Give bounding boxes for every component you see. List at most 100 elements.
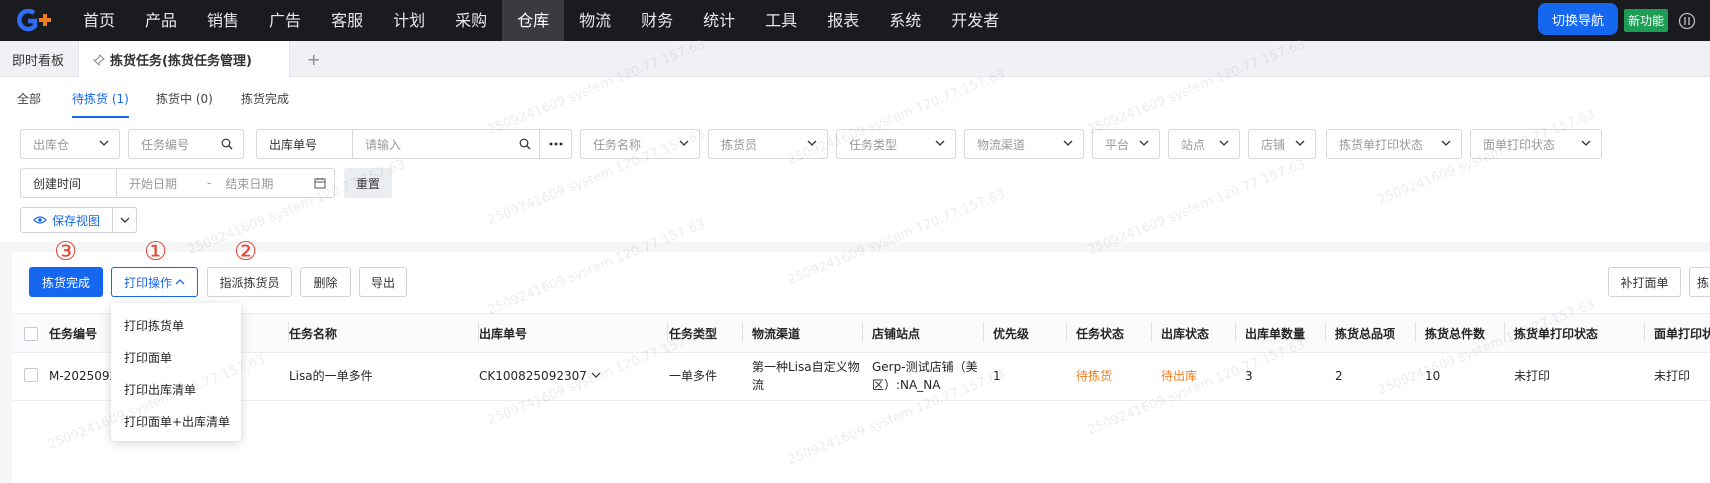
cell-total-items: 2: [1335, 369, 1343, 383]
created-time-range[interactable]: 创建时间 开始日期 - 结束日期: [20, 168, 335, 198]
nav-stats[interactable]: 统计: [688, 0, 750, 41]
new-feature-badge[interactable]: 新功能: [1624, 9, 1668, 32]
nav-finance[interactable]: 财务: [626, 0, 688, 41]
export-button[interactable]: 导出: [359, 267, 407, 297]
reset-button[interactable]: 重置: [344, 168, 392, 198]
col-priority[interactable]: 优先级: [993, 314, 1029, 354]
col-logistics[interactable]: 物流渠道: [752, 314, 800, 354]
col-task-status[interactable]: 任务状态: [1076, 314, 1124, 354]
more-options-icon[interactable]: [539, 130, 571, 158]
menu-item-print-label[interactable]: 打印面单: [124, 349, 172, 366]
nav-system[interactable]: 系统: [874, 0, 936, 41]
search-icon[interactable]: [519, 138, 531, 150]
col-store-site[interactable]: 店铺站点: [872, 314, 920, 354]
platform-select[interactable]: 平台: [1092, 129, 1160, 159]
menu-item-print-label-and-outbound[interactable]: 打印面单+出库清单: [124, 413, 230, 430]
col-task-name[interactable]: 任务名称: [289, 314, 337, 354]
nav-sales[interactable]: 销售: [192, 0, 254, 41]
info-icon[interactable]: [1678, 12, 1696, 30]
chevron-down-icon[interactable]: [591, 370, 601, 380]
app-logo[interactable]: [0, 0, 68, 41]
col-divider: [983, 322, 984, 342]
menu-item-print-pick-list[interactable]: 打印拣货单: [124, 317, 184, 334]
col-task-type[interactable]: 任务类型: [669, 314, 717, 354]
cell-outbound-status: 待出库: [1161, 369, 1198, 383]
nav-home[interactable]: 首页: [68, 0, 130, 41]
cell-priority: 1: [993, 369, 1001, 383]
col-outbound-status[interactable]: 出库状态: [1161, 314, 1209, 354]
nav-warehouse[interactable]: 仓库: [502, 0, 565, 41]
truncated-action-button[interactable]: 拣: [1689, 267, 1710, 297]
assign-picker-button[interactable]: 指派拣货员: [207, 267, 292, 297]
delete-button[interactable]: 删除: [300, 267, 351, 297]
col-pick-print-status[interactable]: 拣货单打印状态: [1514, 314, 1598, 354]
cell-task-name: Lisa的一单多件: [289, 369, 373, 383]
site-select[interactable]: 站点: [1168, 129, 1240, 159]
nav-tools[interactable]: 工具: [750, 0, 812, 41]
cell-store-line2: 区）:NA_NA: [872, 378, 941, 392]
col-total-items[interactable]: 拣货总品项: [1335, 314, 1395, 354]
chevron-down-icon: [679, 140, 689, 146]
warehouse-select[interactable]: 出库仓: [20, 129, 120, 159]
start-date-input[interactable]: 开始日期: [117, 175, 177, 192]
subtab-picking[interactable]: 拣货中 (0): [156, 90, 213, 118]
col-divider: [1151, 322, 1152, 342]
chevron-down-icon: [1441, 140, 1451, 146]
calendar-icon[interactable]: [314, 177, 326, 189]
subtab-pending[interactable]: 待拣货 (1): [72, 90, 129, 118]
step-marker-3: ③: [54, 237, 78, 267]
add-tab-button[interactable]: +: [307, 41, 320, 77]
pin-icon[interactable]: [93, 53, 105, 66]
cell-order-count: 3: [1245, 369, 1253, 383]
nav-developer[interactable]: 开发者: [936, 0, 1014, 41]
nav-plan[interactable]: 计划: [378, 0, 440, 41]
switch-nav-button[interactable]: 切换导航: [1538, 3, 1618, 35]
tab-pick-task[interactable]: 拣货任务(拣货任务管理): [78, 41, 290, 78]
logistics-select[interactable]: 物流渠道: [964, 129, 1084, 159]
nav-product[interactable]: 产品: [130, 0, 192, 41]
pick-complete-button[interactable]: 拣货完成: [29, 267, 103, 297]
task-no-input[interactable]: 任务编号: [128, 129, 244, 159]
col-total-qty[interactable]: 拣货总件数: [1425, 314, 1485, 354]
save-view-button[interactable]: 保存视图: [20, 207, 137, 233]
search-icon[interactable]: [221, 138, 233, 150]
task-name-select[interactable]: 任务名称: [580, 129, 700, 159]
subtab-done[interactable]: 拣货完成: [241, 90, 289, 118]
save-view-dropdown[interactable]: [112, 208, 136, 232]
col-divider: [1644, 322, 1645, 342]
store-select[interactable]: 店铺: [1248, 129, 1316, 159]
nav-logistics[interactable]: 物流: [564, 0, 626, 41]
task-type-select[interactable]: 任务类型: [836, 129, 956, 159]
tab-pick-task-label: 拣货任务(拣货任务管理): [110, 54, 252, 69]
print-operations-button[interactable]: 打印操作: [111, 267, 198, 297]
col-divider: [478, 322, 479, 342]
tab-dashboard[interactable]: 即时看板: [12, 41, 64, 77]
outbound-no-text: CK100825092307: [479, 369, 587, 383]
label-print-status-select[interactable]: 面单打印状态: [1470, 129, 1602, 159]
nav-service[interactable]: 客服: [316, 0, 378, 41]
nav-reports[interactable]: 报表: [812, 0, 874, 41]
col-label-print-status[interactable]: 面单打印状: [1654, 314, 1710, 354]
nav-ads[interactable]: 广告: [254, 0, 316, 41]
row-checkbox[interactable]: [24, 368, 38, 382]
outbound-no-input[interactable]: 请输入: [353, 136, 401, 153]
nav-purchase[interactable]: 采购: [440, 0, 502, 41]
pick-print-status-select[interactable]: 拣货单打印状态: [1326, 129, 1462, 159]
end-date-input[interactable]: 结束日期: [211, 175, 273, 192]
table-row[interactable]: [12, 353, 1710, 401]
col-outbound-no[interactable]: 出库单号: [479, 314, 527, 354]
cell-task-no[interactable]: M-2025092: [49, 367, 117, 385]
outbound-no-field[interactable]: 出库单号 请输入: [256, 129, 572, 159]
picker-select[interactable]: 拣货员: [708, 129, 828, 159]
menu-item-print-outbound-list[interactable]: 打印出库清单: [124, 381, 196, 398]
col-order-count[interactable]: 出库单数量: [1245, 314, 1305, 354]
step-marker-1: ①: [144, 237, 168, 267]
date-separator: -: [207, 176, 212, 190]
reprint-label-button[interactable]: 补打面单: [1608, 267, 1681, 297]
outbound-no-label: 出库单号: [257, 130, 353, 158]
col-task-no[interactable]: 任务编号: [49, 314, 97, 354]
select-all-checkbox[interactable]: [24, 327, 38, 341]
store-placeholder: 店铺: [1261, 137, 1286, 152]
cell-outbound-no[interactable]: CK100825092307: [479, 367, 601, 385]
subtab-all[interactable]: 全部: [17, 90, 41, 118]
